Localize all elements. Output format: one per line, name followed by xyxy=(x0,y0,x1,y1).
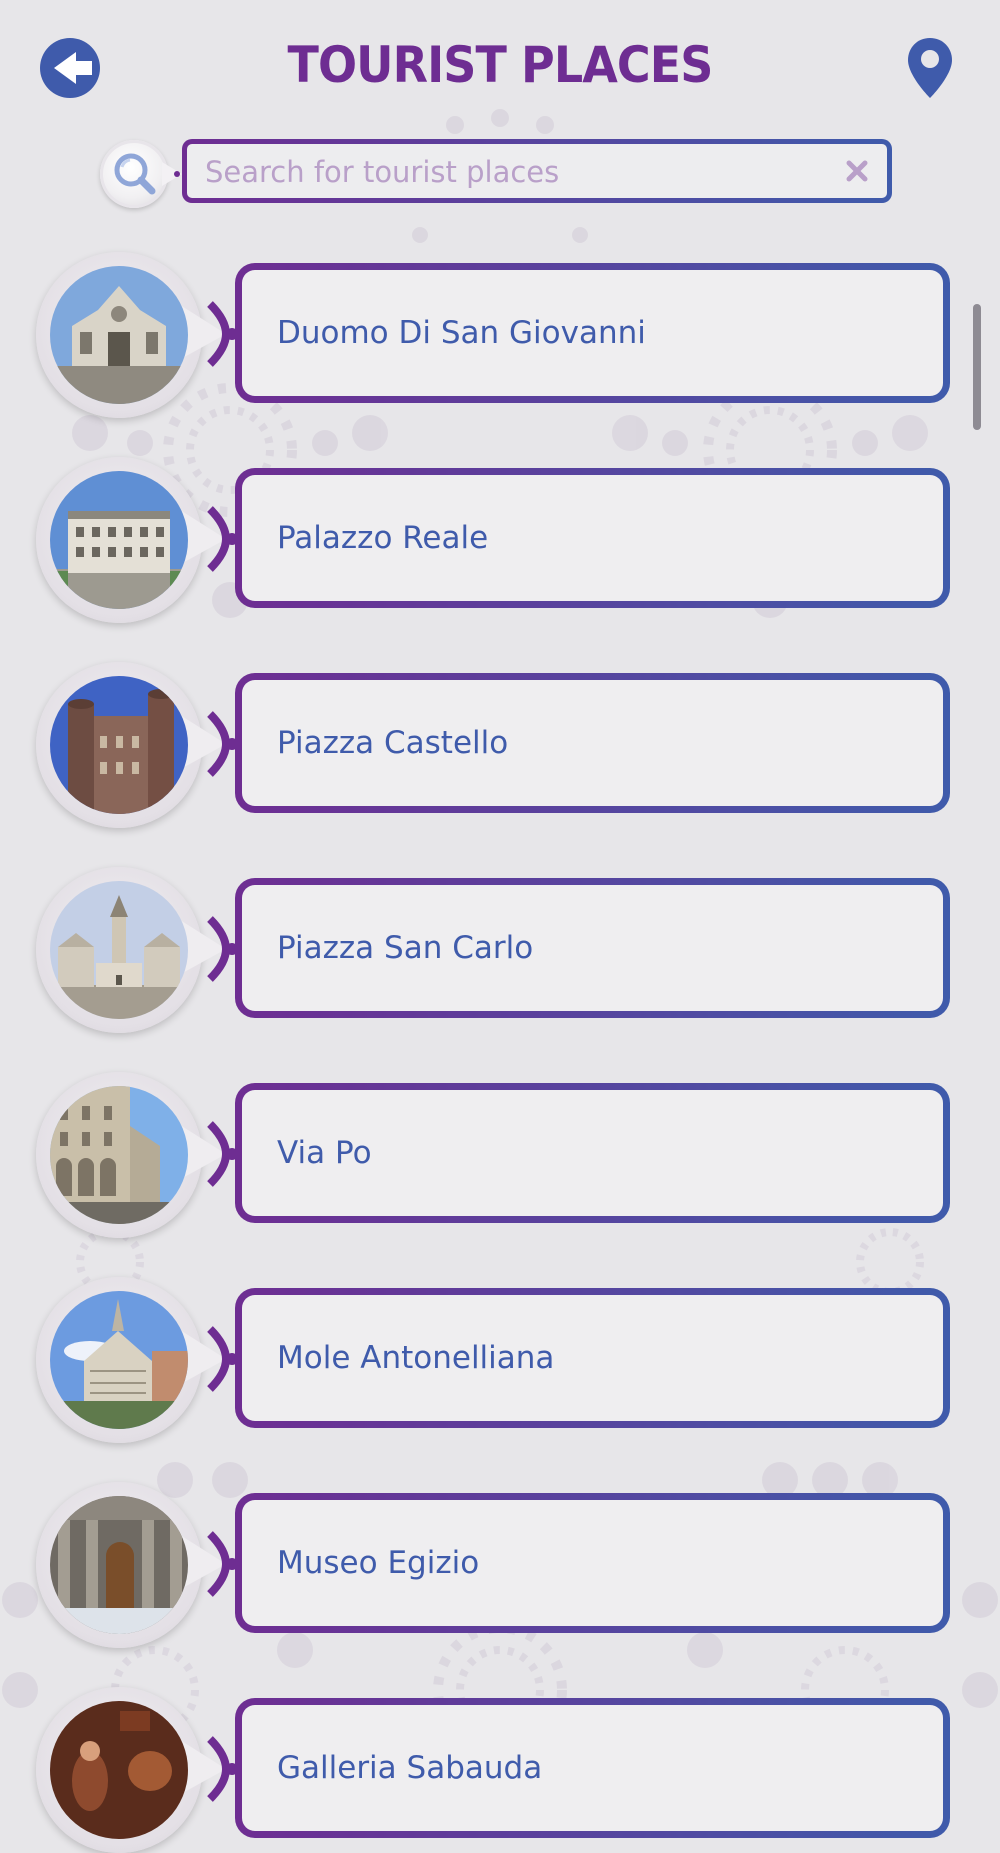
place-photo xyxy=(50,266,188,404)
place-card: Piazza San Carlo xyxy=(235,878,950,1018)
back-arrow-icon xyxy=(54,52,92,84)
place-photo xyxy=(50,1701,188,1839)
place-photo xyxy=(50,676,188,814)
list-item[interactable]: Galleria Sabauda xyxy=(0,1685,1000,1853)
search-field xyxy=(182,139,892,203)
place-name: Duomo Di San Giovanni xyxy=(277,315,646,351)
place-photo xyxy=(50,471,188,609)
list-item[interactable]: Museo Egizio xyxy=(0,1480,1000,1648)
search-input[interactable] xyxy=(203,144,827,200)
place-name: Museo Egizio xyxy=(277,1545,480,1581)
search-icon xyxy=(114,153,156,195)
place-card: Piazza Castello xyxy=(235,673,950,813)
app-header: TOURIST PLACES xyxy=(0,0,1000,130)
place-card: Galleria Sabauda xyxy=(235,1698,950,1838)
list-item[interactable]: Piazza San Carlo xyxy=(0,865,1000,1033)
place-name: Via Po xyxy=(277,1135,372,1171)
scrollbar[interactable] xyxy=(973,304,981,430)
search-icon-button[interactable] xyxy=(100,140,168,208)
list-item[interactable]: Duomo Di San Giovanni xyxy=(0,250,1000,418)
place-photo xyxy=(50,1496,188,1634)
place-photo xyxy=(50,1086,188,1224)
place-name: Galleria Sabauda xyxy=(277,1750,543,1786)
place-name: Palazzo Reale xyxy=(277,520,489,556)
page-title: TOURIST PLACES xyxy=(287,36,714,94)
place-card: Palazzo Reale xyxy=(235,468,950,608)
back-button[interactable] xyxy=(40,38,100,98)
place-card: Mole Antonelliana xyxy=(235,1288,950,1428)
place-photo xyxy=(50,1291,188,1429)
place-card: Duomo Di San Giovanni xyxy=(235,263,950,403)
close-icon[interactable] xyxy=(841,155,873,187)
place-photo xyxy=(50,881,188,1019)
list-item[interactable]: Piazza Castello xyxy=(0,660,1000,828)
place-name: Piazza San Carlo xyxy=(277,930,534,966)
place-card: Museo Egizio xyxy=(235,1493,950,1633)
map-pin-icon[interactable] xyxy=(906,36,954,100)
place-card: Via Po xyxy=(235,1083,950,1223)
list-item[interactable]: Palazzo Reale xyxy=(0,455,1000,623)
search-bar xyxy=(100,136,900,216)
list-item[interactable]: Via Po xyxy=(0,1070,1000,1238)
place-name: Piazza Castello xyxy=(277,725,509,761)
list-item[interactable]: Mole Antonelliana xyxy=(0,1275,1000,1443)
search-pointer-decoration xyxy=(162,162,182,186)
place-name: Mole Antonelliana xyxy=(277,1340,555,1376)
